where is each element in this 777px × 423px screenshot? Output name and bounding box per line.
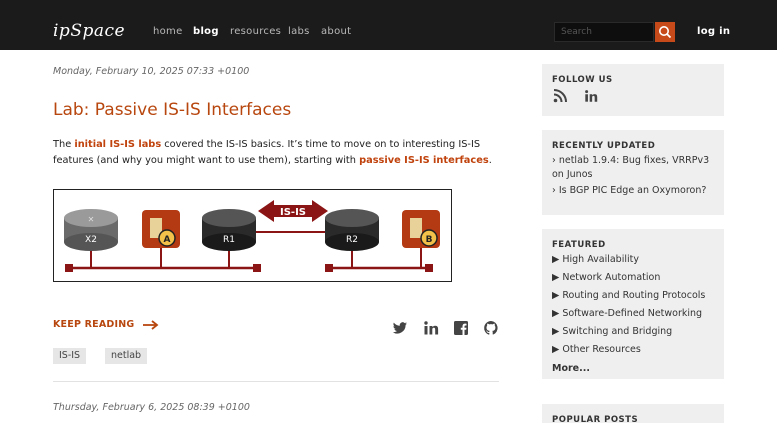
- github-icon[interactable]: [483, 320, 499, 336]
- host-b: B: [402, 210, 440, 248]
- featured-more-link[interactable]: More...: [552, 363, 590, 374]
- isis-label: IS-IS: [280, 207, 306, 218]
- featured-item-label: Software-Defined Networking: [562, 308, 703, 319]
- featured-item-label: Other Resources: [562, 344, 641, 355]
- nav-blog[interactable]: blog: [193, 26, 219, 37]
- router-r2: R2: [325, 209, 379, 251]
- keep-reading-link[interactable]: KEEP READING: [53, 319, 160, 330]
- featured-item-label: High Availability: [562, 254, 639, 265]
- host-a: A: [142, 210, 180, 248]
- intro-text-3: .: [488, 155, 492, 166]
- follow-us-box: FOLLOW US: [542, 64, 724, 116]
- linkedin-icon[interactable]: [423, 320, 439, 336]
- recently-updated-title: RECENTLY UPDATED: [552, 141, 656, 151]
- popular-posts-box: POPULAR POSTS: [542, 404, 724, 423]
- next-post-date: Thursday, February 6, 2025 08:39 +0100: [53, 402, 250, 413]
- intro-text-1: The: [53, 139, 75, 150]
- post-divider: [53, 381, 499, 382]
- facebook-icon[interactable]: [453, 320, 469, 336]
- rss-icon[interactable]: [553, 89, 567, 103]
- search-button[interactable]: [655, 22, 675, 42]
- post-date: Monday, February 10, 2025 07:33 +0100: [53, 66, 250, 77]
- isis-arrow: IS-IS: [258, 200, 328, 222]
- lab-topology-diagram[interactable]: IS-IS ✕ X2 A R1 R2 B: [53, 189, 452, 282]
- twitter-icon[interactable]: [392, 320, 408, 336]
- featured-item[interactable]: ▶ Switching and Bridging: [552, 326, 672, 337]
- router-r2-label: R2: [346, 235, 358, 245]
- site-logo[interactable]: ipSpace: [53, 21, 125, 41]
- featured-item-label: Routing and Routing Protocols: [562, 290, 706, 301]
- linkedin-follow-icon[interactable]: [584, 89, 598, 103]
- chevron-right-icon: ›: [552, 185, 556, 196]
- featured-item[interactable]: ▶ High Availability: [552, 254, 639, 265]
- router-x2: ✕ X2: [64, 209, 118, 251]
- triangle-right-icon: ▶: [552, 308, 560, 319]
- recently-updated-box: RECENTLY UPDATED › netlab 1.9.4: Bug fix…: [542, 130, 724, 215]
- login-link[interactable]: log in: [697, 26, 730, 37]
- triangle-right-icon: ▶: [552, 254, 560, 265]
- link-passive-isis-interfaces[interactable]: passive IS-IS interfaces: [359, 155, 489, 166]
- router-r1-label: R1: [223, 235, 235, 245]
- tag-netlab[interactable]: netlab: [105, 348, 148, 364]
- link-initial-isis-labs[interactable]: initial IS-IS labs: [74, 139, 161, 150]
- recent-item-label: Is BGP PIC Edge an Oxymoron?: [558, 185, 707, 196]
- arrow-right-icon: [142, 319, 159, 330]
- search-icon: [659, 26, 672, 39]
- top-navigation-bar: ipSpace home blog resources labs about S…: [0, 0, 777, 50]
- triangle-right-icon: ▶: [552, 272, 560, 283]
- recent-item[interactable]: › Is BGP PIC Edge an Oxymoron?: [552, 184, 720, 198]
- featured-item[interactable]: ▶ Software-Defined Networking: [552, 308, 702, 319]
- recent-item[interactable]: › netlab 1.9.4: Bug fixes, VRRPv3 on Jun…: [552, 154, 720, 182]
- popular-posts-title: POPULAR POSTS: [552, 415, 639, 423]
- post-intro: The initial IS-IS labs covered the IS-IS…: [53, 137, 503, 169]
- featured-item[interactable]: ▶ Routing and Routing Protocols: [552, 290, 705, 301]
- search-input[interactable]: Search: [554, 22, 654, 42]
- featured-box: FEATURED ▶ High Availability ▶ Network A…: [542, 229, 724, 379]
- triangle-right-icon: ▶: [552, 290, 560, 301]
- keep-reading-label: KEEP READING: [53, 319, 135, 330]
- svg-text:✕: ✕: [88, 215, 95, 224]
- host-b-label: B: [426, 235, 433, 245]
- post-title[interactable]: Lab: Passive IS-IS Interfaces: [53, 100, 291, 120]
- featured-item-label: Switching and Bridging: [562, 326, 673, 337]
- nav-labs[interactable]: labs: [288, 26, 310, 37]
- triangle-right-icon: ▶: [552, 344, 560, 355]
- recent-item-label: netlab 1.9.4: Bug fixes, VRRPv3 on Junos: [552, 155, 710, 180]
- triangle-right-icon: ▶: [552, 326, 560, 337]
- follow-us-title: FOLLOW US: [552, 75, 613, 85]
- featured-title: FEATURED: [552, 240, 606, 250]
- featured-item-label: Network Automation: [562, 272, 661, 283]
- featured-item[interactable]: ▶ Other Resources: [552, 344, 641, 355]
- featured-item[interactable]: ▶ Network Automation: [552, 272, 660, 283]
- router-x2-label: X2: [85, 235, 97, 245]
- nav-about[interactable]: about: [321, 26, 351, 37]
- nav-home[interactable]: home: [153, 26, 183, 37]
- host-a-label: A: [164, 235, 171, 245]
- chevron-right-icon: ›: [552, 155, 556, 166]
- router-r1: R1: [202, 209, 256, 251]
- tag-isis[interactable]: IS-IS: [53, 348, 87, 364]
- nav-resources[interactable]: resources: [230, 26, 281, 37]
